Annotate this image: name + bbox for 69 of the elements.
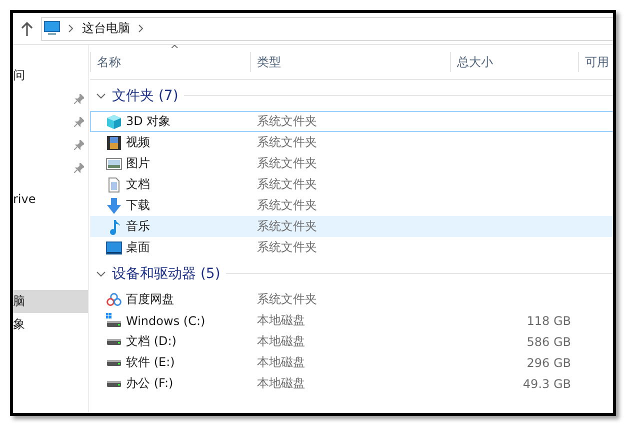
list-row[interactable]: 文档 (D:) 本地磁盘 586 GB	[90, 331, 613, 352]
list-row[interactable]: 百度网盘 系统文件夹	[90, 289, 613, 310]
drive-icon	[107, 360, 121, 366]
column-header[interactable]: 名称	[90, 52, 250, 72]
item-type: 系统文件夹	[256, 197, 318, 214]
film-icon	[106, 134, 122, 150]
list-row[interactable]: 视频 系统文件夹	[90, 132, 613, 153]
nav-item[interactable]: 问	[13, 67, 25, 84]
document-icon	[106, 176, 122, 192]
cube-icon	[106, 114, 122, 130]
item-type: 本地磁盘	[256, 333, 306, 350]
item-type: 系统文件夹	[256, 291, 318, 308]
item-type: 本地磁盘	[256, 312, 306, 329]
item-name: 文档 (D:)	[126, 333, 176, 350]
list-row[interactable]: 下载 系统文件夹	[90, 195, 613, 216]
cloud-icon	[106, 292, 122, 308]
item-type: 系统文件夹	[256, 134, 318, 151]
list-row[interactable]: 音乐 系统文件夹	[90, 216, 613, 237]
system-drive-icon	[106, 312, 122, 328]
nav-item[interactable]: rive	[13, 192, 36, 206]
item-name: 办公 (F:)	[126, 375, 174, 392]
chevron-icon	[138, 24, 144, 33]
chevron-icon[interactable]	[96, 270, 106, 276]
item-type: 本地磁盘	[256, 375, 306, 392]
item-type: 系统文件夹	[256, 239, 318, 256]
column-header[interactable]: 类型	[250, 52, 450, 72]
picture-icon	[106, 156, 122, 172]
group-title: 设备和驱动器 (5)	[112, 264, 220, 282]
nav-item[interactable]: 象	[13, 316, 25, 333]
item-name: 图片	[126, 155, 150, 172]
item-type: 系统文件夹	[256, 176, 318, 193]
breadcrumb[interactable]: 这台电脑	[82, 20, 130, 37]
list-row[interactable]: 软件 (E:) 本地磁盘 296 GB	[90, 352, 613, 373]
item-size: 49.3 GB	[522, 376, 571, 390]
item-size: 118 GB	[526, 314, 571, 328]
drive-icon	[107, 338, 121, 344]
item-type: 系统文件夹	[256, 155, 318, 172]
item-name: 百度网盘	[126, 291, 174, 308]
list-row[interactable]: Windows (C:) 本地磁盘 118 GB	[90, 310, 613, 331]
list-row[interactable]: 桌面 系统文件夹	[90, 237, 613, 258]
item-name: 3D 对象	[126, 113, 171, 130]
desktop-icon	[106, 240, 122, 256]
chevron-icon[interactable]	[96, 92, 106, 98]
item-type: 系统文件夹	[256, 218, 318, 235]
item-size: 296 GB	[526, 356, 571, 370]
list-row[interactable]: 文档 系统文件夹	[90, 174, 613, 195]
column-header[interactable]: 可用	[578, 52, 613, 72]
item-name: 桌面	[126, 239, 150, 256]
item-name: 下载	[126, 197, 150, 214]
down-arrow-icon	[106, 198, 122, 214]
item-name: 文档	[126, 176, 150, 193]
computer-icon	[44, 21, 60, 36]
address-bar[interactable]: 这台电脑	[41, 16, 613, 40]
group-title: 文件夹 (7)	[112, 86, 178, 104]
item-name: 音乐	[126, 218, 150, 235]
nav-item[interactable]: 脑	[13, 293, 25, 310]
item-type: 系统文件夹	[256, 113, 318, 130]
item-size: 586 GB	[526, 334, 571, 348]
drive-icon	[107, 380, 121, 386]
list-row[interactable]: 3D 对象 系统文件夹	[90, 111, 613, 132]
item-name: Windows (C:)	[126, 314, 206, 328]
column-header[interactable]: 总大小	[450, 52, 578, 72]
chevron-icon	[68, 24, 74, 33]
item-name: 软件 (E:)	[126, 354, 175, 371]
item-type: 本地磁盘	[256, 354, 306, 371]
up-arrow-icon	[21, 22, 33, 36]
item-name: 视频	[126, 134, 150, 151]
list-row[interactable]: 办公 (F:) 本地磁盘 49.3 GB	[90, 373, 613, 394]
list-row[interactable]: 图片 系统文件夹	[90, 153, 613, 174]
